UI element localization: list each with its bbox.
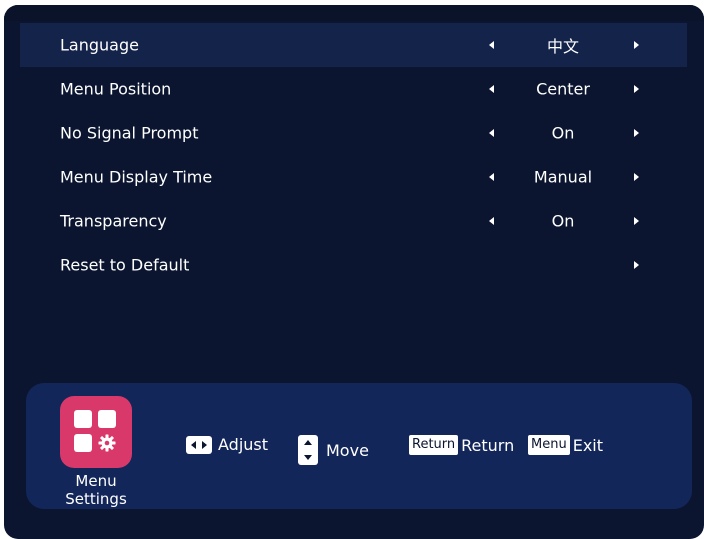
up-down-keys-icon (298, 435, 318, 465)
menu-item-label: Menu Position (60, 79, 172, 99)
menu-item-label: Menu Display Time (60, 167, 213, 187)
return-key: Return (409, 435, 459, 455)
hint-exit-label: Exit (572, 435, 603, 455)
arrow-left-icon[interactable] (489, 173, 494, 181)
menu-item-reset-to-default[interactable]: Reset to Default (20, 243, 687, 287)
app-caption: Menu Settings (52, 472, 140, 508)
menu-item-value: Center (536, 79, 590, 99)
app-caption-line2: Settings (65, 490, 127, 508)
menu-item-no-signal-prompt[interactable]: No Signal Prompt On (20, 111, 687, 155)
hint-move: Move (298, 435, 369, 465)
arrow-left-icon[interactable] (489, 85, 494, 93)
arrow-right-icon[interactable] (634, 217, 639, 225)
arrow-right-icon[interactable] (634, 261, 639, 269)
app-caption-line1: Menu (75, 472, 117, 490)
left-right-keys-icon (186, 435, 212, 454)
menu-item-menu-position[interactable]: Menu Position Center (20, 67, 687, 111)
menu-key: Menu (528, 435, 570, 455)
top-strip (4, 5, 704, 21)
menu-item-value: Manual (533, 167, 593, 187)
grid-tile-icon (74, 434, 92, 452)
arrow-left-icon[interactable] (489, 41, 494, 49)
menu-item-label: Reset to Default (60, 255, 190, 275)
menu-settings-app-icon (60, 396, 132, 468)
hint-adjust: Adjust (186, 435, 268, 454)
settings-list: Language 中文 Menu Position Center No Sign… (20, 23, 687, 287)
grid-tile-icon (74, 410, 92, 428)
hint-move-label: Move (326, 440, 369, 460)
help-footer: Menu Settings Adjust Move Return Return … (26, 383, 692, 509)
arrow-right-icon[interactable] (634, 173, 639, 181)
arrow-left-icon[interactable] (489, 217, 494, 225)
menu-item-label: No Signal Prompt (60, 123, 199, 143)
menu-item-transparency[interactable]: Transparency On (20, 199, 687, 243)
arrow-right-icon[interactable] (634, 129, 639, 137)
menu-item-label: Transparency (60, 211, 167, 231)
arrow-right-icon[interactable] (634, 85, 639, 93)
menu-item-menu-display-time[interactable]: Menu Display Time Manual (20, 155, 687, 199)
gear-icon (98, 434, 116, 452)
arrow-right-icon[interactable] (634, 41, 639, 49)
hint-return-label: Return (461, 435, 515, 455)
menu-item-value: 中文 (546, 37, 579, 56)
menu-item-label: Language (60, 35, 139, 55)
arrow-left-icon[interactable] (489, 129, 494, 137)
menu-item-value: On (551, 211, 575, 231)
grid-tile-icon (98, 410, 116, 428)
hint-return: Return Return (409, 435, 514, 455)
menu-item-value: On (551, 123, 575, 143)
osd-menu-window: Language 中文 Menu Position Center No Sign… (4, 5, 704, 539)
hint-adjust-label: Adjust (218, 435, 269, 454)
hint-exit: Menu Exit (528, 435, 603, 455)
menu-item-language[interactable]: Language 中文 (20, 23, 687, 67)
